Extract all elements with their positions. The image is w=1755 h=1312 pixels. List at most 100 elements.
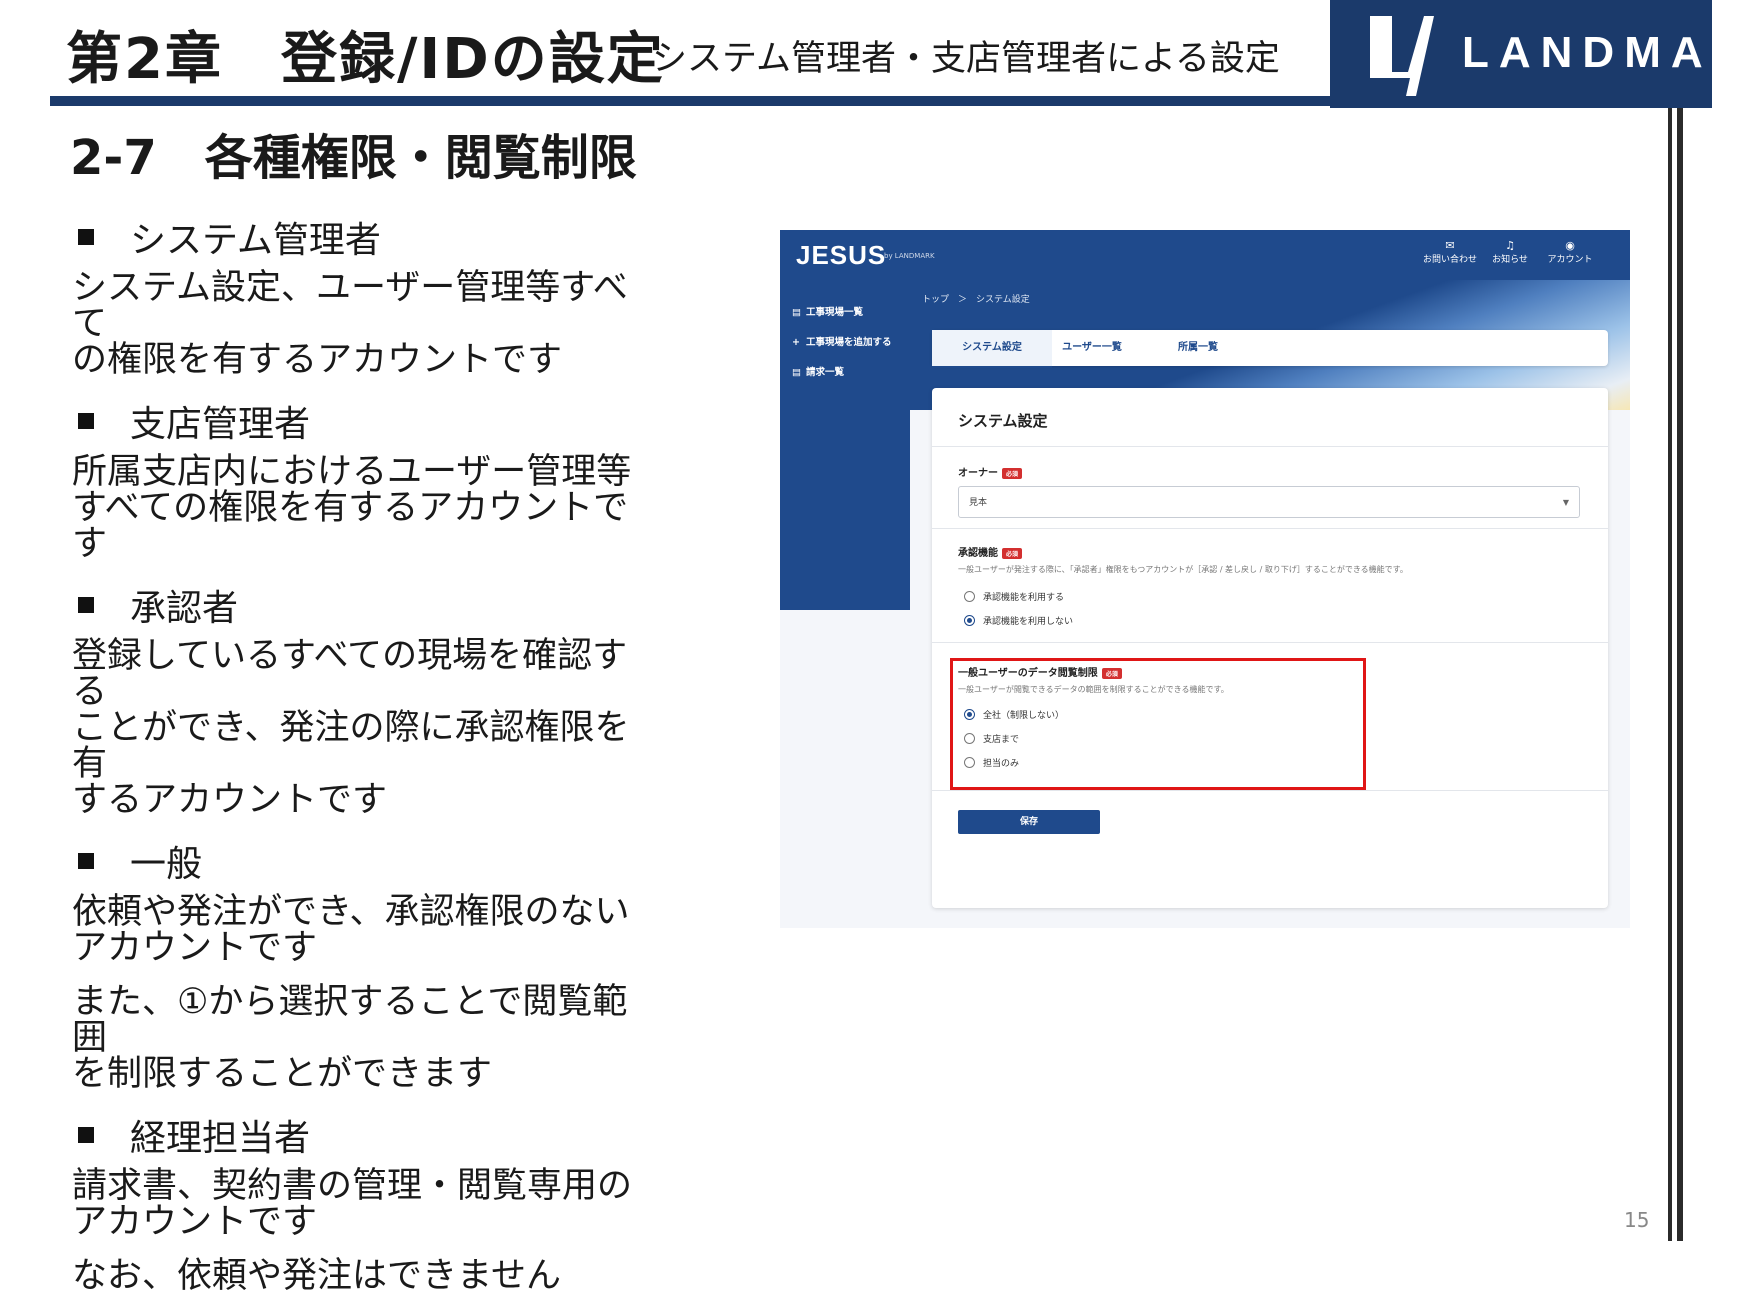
role-description: 所属支店内におけるユーザー管理等 すべての権限を有するアカウントです <box>72 454 652 562</box>
roles-list: システム管理者 システム設定、ユーザー管理等すべて の権限を有するアカウントです… <box>72 212 652 1312</box>
divider <box>932 446 1608 447</box>
approval-label-text: 承認機能 <box>958 548 998 559</box>
sidebar-label: 請求一覧 <box>806 367 845 378</box>
square-bullet-icon <box>78 853 94 869</box>
app-screenshot: JESUS by LANDMARK ✉ お問い合わせ ♫ お知らせ ◉ アカウント ▤… <box>780 230 1630 928</box>
square-bullet-icon <box>78 1127 94 1143</box>
radio-icon <box>964 757 975 768</box>
restrict-option-own[interactable]: 担当のみ <box>964 756 1019 769</box>
role-heading: 承認者 <box>72 580 652 630</box>
chapter-title: 第2章 登録/IDの設定 <box>66 27 665 92</box>
role-description: システム設定、ユーザー管理等すべて の権限を有するアカウントです <box>72 270 652 378</box>
app-topbar: JESUS by LANDMARK ✉ お問い合わせ ♫ お知らせ ◉ アカウント <box>780 230 1630 280</box>
role-desc-line: ことができ、発注の際に承認権限を有 <box>72 708 630 784</box>
role-heading: 支店管理者 <box>72 396 652 446</box>
tab-user-list[interactable]: ユーザー一覧 <box>1032 330 1152 366</box>
radio-checked-icon <box>964 709 975 720</box>
role-heading: 経理担当者 <box>72 1110 652 1160</box>
topnav-label: お問い合わせ <box>1422 255 1477 265</box>
divider <box>932 528 1608 529</box>
header-rule <box>50 96 1330 106</box>
card-title: システム設定 <box>958 412 1048 430</box>
role-name: 一般 <box>130 844 203 885</box>
plus-icon: + <box>792 337 800 348</box>
landmark-logo: LANDMARK <box>1330 0 1755 108</box>
role-desc-line: システム設定、ユーザー管理等すべて <box>72 268 628 344</box>
radio-label: 承認機能を利用しない <box>983 617 1074 627</box>
square-bullet-icon <box>78 597 94 613</box>
role-desc-line: すべての権限を有するアカウントです <box>72 488 629 564</box>
radio-label: 担当のみ <box>983 759 1020 769</box>
restrict-option-branch[interactable]: 支店まで <box>964 732 1019 745</box>
approval-option-use[interactable]: 承認機能を利用する <box>964 590 1064 603</box>
radio-checked-icon <box>964 615 975 626</box>
role-description: 依頼や発注ができ、承認権限のない アカウントです <box>72 894 652 966</box>
approval-label: 承認機能 必須 <box>958 544 1023 559</box>
sidebar-item-invoices[interactable]: ▤ 請求一覧 <box>792 364 844 378</box>
topnav-label: お知らせ <box>1492 255 1528 265</box>
tab-branch-list[interactable]: 所属一覧 <box>1138 330 1258 366</box>
radio-label: 全社（制限しない） <box>983 711 1065 721</box>
chevron-down-icon: ▼ <box>1562 498 1569 507</box>
radio-label: 支店まで <box>983 735 1020 745</box>
save-button[interactable]: 保存 <box>958 810 1100 834</box>
role-desc-line: アカウントです <box>72 928 318 968</box>
landmark-logo-mark <box>1370 16 1434 96</box>
radio-icon <box>964 733 975 744</box>
role-note: なお、依頼や発注はできません <box>72 1258 652 1294</box>
role-desc-line: 依頼や発注ができ、承認権限のない <box>72 892 630 932</box>
role-heading: システム管理者 <box>72 212 652 262</box>
sidebar-item-sites[interactable]: ▤ 工事現場一覧 <box>792 304 863 318</box>
required-badge: 必須 <box>1002 547 1023 559</box>
settings-card: システム設定 オーナー 必須 見本 ▼ 承認機能 必須 一般ユーザーが発注する際に、「… <box>932 388 1608 908</box>
account-icon: ◉ <box>1565 239 1575 252</box>
role-heading: 一般 <box>72 836 652 886</box>
role-desc-line: の権限を有するアカウントです <box>72 340 563 380</box>
right-border-line <box>1677 108 1683 1241</box>
owner-select-value: 見本 <box>969 498 988 508</box>
bell-icon: ♫ <box>1505 239 1515 252</box>
required-badge: 必須 <box>1101 667 1122 679</box>
app-logo-sub: by LANDMARK <box>884 252 935 260</box>
radio-icon <box>964 591 975 602</box>
role-desc-line: 所属支店内におけるユーザー管理等 <box>72 452 632 492</box>
restrict-help: 一般ユーザーが閲覧できるデータの範囲を制限することができる機能です。 <box>958 685 1229 694</box>
sidebar-item-add-site[interactable]: + 工事現場を追加する <box>792 334 892 348</box>
approval-option-nouse[interactable]: 承認機能を利用しない <box>964 614 1073 627</box>
settings-tabs: システム設定 ユーザー一覧 所属一覧 <box>932 330 1608 368</box>
role-name: システム管理者 <box>130 220 381 261</box>
invoice-icon: ▤ <box>792 367 801 378</box>
role-name: 支店管理者 <box>130 404 311 445</box>
page-number: 15 <box>1624 1208 1650 1232</box>
role-desc-line: アカウントです <box>72 1202 318 1242</box>
role-desc-line: 登録しているすべての現場を確認する <box>72 636 628 712</box>
topnav-contact[interactable]: ✉ お問い合わせ <box>1420 239 1480 266</box>
sidebar-label: 工事現場を追加する <box>806 337 892 348</box>
role-desc-line: 請求書、契約書の管理・閲覧専用の <box>72 1166 633 1206</box>
owner-select[interactable]: 見本 ▼ <box>958 486 1580 518</box>
role-description: 登録しているすべての現場を確認する ことができ、発注の際に承認権限を有 するアカ… <box>72 638 652 818</box>
role-note-line: を制限することができます <box>72 1054 493 1094</box>
topnav-account[interactable]: ◉ アカウント <box>1540 239 1600 266</box>
right-border-line <box>1668 108 1672 1241</box>
restrict-label: 一般ユーザーのデータ閲覧制限 必須 <box>958 664 1122 679</box>
logo-text: LANDMARK <box>1462 28 1755 77</box>
role-name: 承認者 <box>130 588 239 629</box>
restrict-option-all[interactable]: 全社（制限しない） <box>964 708 1064 721</box>
section-title: 2-7 各種権限・閲覧制限 <box>70 130 637 186</box>
chapter-subtitle: システム管理者・支店管理者による設定 <box>652 39 1280 79</box>
app-sidebar: ▤ 工事現場一覧 + 工事現場を追加する ▤ 請求一覧 <box>780 280 910 610</box>
square-bullet-icon <box>78 229 94 245</box>
breadcrumb[interactable]: トップ ＞ システム設定 <box>922 292 1030 305</box>
owner-label: オーナー 必須 <box>958 464 1023 479</box>
app-logo: JESUS <box>796 240 887 270</box>
square-bullet-icon <box>78 413 94 429</box>
role-description: 請求書、契約書の管理・閲覧専用の アカウントです <box>72 1168 652 1240</box>
role-note: また、①から選択することで閲覧範囲 を制限することができます <box>72 984 652 1092</box>
mail-icon: ✉ <box>1445 239 1455 252</box>
radio-label: 承認機能を利用する <box>983 593 1065 603</box>
topnav-notices[interactable]: ♫ お知らせ <box>1480 239 1540 266</box>
restrict-label-text: 一般ユーザーのデータ閲覧制限 <box>958 668 1098 679</box>
approval-help: 一般ユーザーが発注する際に、「承認者」権限をもつアカウントが［承認 / 差し戻し… <box>958 565 1408 574</box>
divider <box>932 642 1608 643</box>
